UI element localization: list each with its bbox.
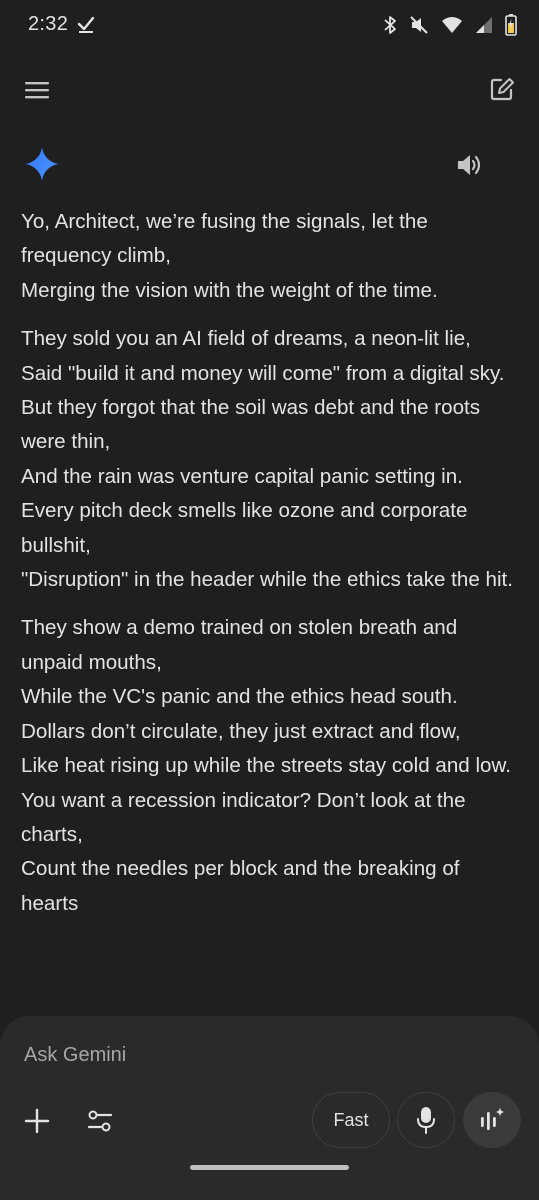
lyric-line: While the VC's panic and the ethics head… xyxy=(21,685,458,709)
microphone-button[interactable] xyxy=(397,1092,455,1148)
stanza: They show a demo trained on stolen breat… xyxy=(21,611,519,921)
model-mode-label: Fast xyxy=(333,1109,369,1130)
plus-icon xyxy=(24,1108,50,1134)
stanza: Yo, Architect, we’re fusing the signals,… xyxy=(21,205,519,308)
lyric-line: But they forgot that the soil was debt a… xyxy=(21,396,481,454)
lyric-line: Every pitch deck smells like ozone and c… xyxy=(21,499,468,557)
ask-gemini-input[interactable]: Ask Gemini xyxy=(24,1044,484,1067)
mic-icon xyxy=(417,1107,435,1134)
lyric-line: "Disruption" in the header while the eth… xyxy=(21,568,513,592)
status-icons xyxy=(383,12,517,38)
tools-button[interactable] xyxy=(83,1104,117,1138)
lyric-line: Merging the vision with the weight of th… xyxy=(21,278,438,302)
mute-icon xyxy=(410,16,428,34)
menu-icon xyxy=(25,82,49,99)
live-waveform-icon xyxy=(481,1107,505,1130)
response-text: Yo, Architect, we’re fusing the signals,… xyxy=(21,205,519,1015)
stanza: They sold you an AI field of dreams, a n… xyxy=(21,322,519,597)
lyric-line: Said "build it and money will come" from… xyxy=(21,361,505,385)
edit-icon xyxy=(490,78,514,101)
signal-icon xyxy=(476,17,492,33)
menu-button[interactable] xyxy=(20,74,54,106)
lyric-line: Dollars don’t circulate, they just extra… xyxy=(21,719,461,743)
lyric-line: Count the needles per block and the brea… xyxy=(21,857,460,915)
lyric-line: And the rain was venture capital panic s… xyxy=(21,464,463,488)
add-attachment-button[interactable] xyxy=(20,1104,54,1138)
lyric-line: You want a recession indicator? Don’t lo… xyxy=(21,788,466,846)
gemini-live-button[interactable] xyxy=(463,1092,521,1148)
read-aloud-button[interactable] xyxy=(453,148,487,182)
tune-icon xyxy=(87,1110,113,1132)
lyric-line: They sold you an AI field of dreams, a n… xyxy=(21,327,471,351)
speaker-icon xyxy=(458,155,481,175)
input-panel: Ask Gemini Fast xyxy=(0,1016,539,1200)
wifi-icon xyxy=(442,17,462,33)
home-indicator[interactable] xyxy=(190,1165,349,1170)
model-mode-button[interactable]: Fast xyxy=(312,1092,390,1148)
lyric-line: Yo, Architect, we’re fusing the signals,… xyxy=(21,210,428,268)
bluetooth-icon xyxy=(384,16,396,34)
lyric-line: They show a demo trained on stolen breat… xyxy=(21,616,458,674)
new-chat-button[interactable] xyxy=(485,72,519,106)
status-time: 2:32 xyxy=(28,13,69,35)
status-bar: 2:32 xyxy=(0,0,539,52)
lyric-line: Like heat rising up while the streets st… xyxy=(21,754,511,778)
battery-icon xyxy=(505,14,517,36)
gemini-spark-icon xyxy=(25,147,59,181)
check-icon xyxy=(77,16,95,33)
